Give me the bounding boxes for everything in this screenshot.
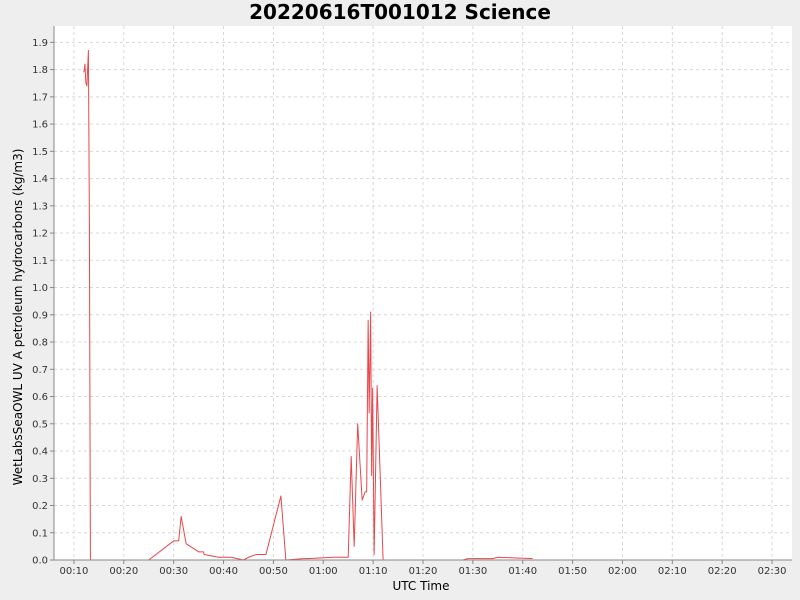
y-tick-label: 1.5 — [32, 147, 48, 158]
chart: 20220616T001012 Science 00:10 00:20 00:30 0… — [11, 0, 792, 593]
y-axis-label: WetLabsSeaOWL UV A petroleum hydrocarbon… — [11, 149, 25, 486]
y-tick-label: 1.2 — [32, 229, 48, 240]
x-tick-label: 01:20 — [409, 566, 438, 577]
x-tick-label: 01:40 — [508, 566, 537, 577]
y-tick-label: 0.8 — [32, 338, 48, 349]
y-tick-label: 1.1 — [32, 256, 48, 267]
y-tick-label: 0.4 — [32, 447, 48, 458]
y-tick-label: 1.7 — [32, 92, 48, 103]
x-tick-label: 01:50 — [558, 566, 587, 577]
y-tick-label: 1.0 — [32, 283, 48, 294]
y-tick-label: 1.8 — [32, 65, 48, 76]
x-tick-label: 00:40 — [209, 566, 238, 577]
x-tick-label: 02:00 — [608, 566, 637, 577]
y-tick-label: 1.6 — [32, 120, 48, 131]
y-tick-label: 0.6 — [32, 392, 48, 403]
x-tick-label: 02:10 — [658, 566, 687, 577]
x-tick-label: 00:10 — [60, 566, 89, 577]
chart-title: 20220616T001012 Science — [249, 0, 551, 24]
y-ticks: 0.0 0.1 0.2 0.3 0.4 0.5 0.6 0.7 0.8 0.9 1.0 1.1 1.2 1… — [32, 38, 54, 567]
y-tick-label: 0.5 — [32, 419, 48, 430]
y-tick-label: 0.0 — [32, 556, 48, 567]
y-tick-label: 0.1 — [32, 528, 48, 539]
y-tick-label: 1.9 — [32, 38, 48, 49]
x-tick-label: 02:20 — [708, 566, 737, 577]
x-axis-label: UTC Time — [393, 579, 450, 593]
x-tick-label: 00:50 — [259, 566, 288, 577]
y-tick-label: 0.2 — [32, 501, 48, 512]
x-tick-label: 02:30 — [758, 566, 787, 577]
y-tick-label: 0.3 — [32, 474, 48, 485]
y-tick-label: 0.9 — [32, 310, 48, 321]
x-tick-label: 01:10 — [359, 566, 388, 577]
y-tick-label: 1.4 — [32, 174, 48, 185]
x-tick-label: 00:20 — [109, 566, 138, 577]
x-tick-label: 01:00 — [309, 566, 338, 577]
y-tick-label: 0.7 — [32, 365, 48, 376]
x-tick-label: 00:30 — [159, 566, 188, 577]
x-ticks: 00:10 00:20 00:30 00:40 00:50 01:00 01:10 01:20… — [60, 560, 787, 577]
x-tick-label: 01:30 — [458, 566, 487, 577]
y-tick-label: 1.3 — [32, 201, 48, 212]
